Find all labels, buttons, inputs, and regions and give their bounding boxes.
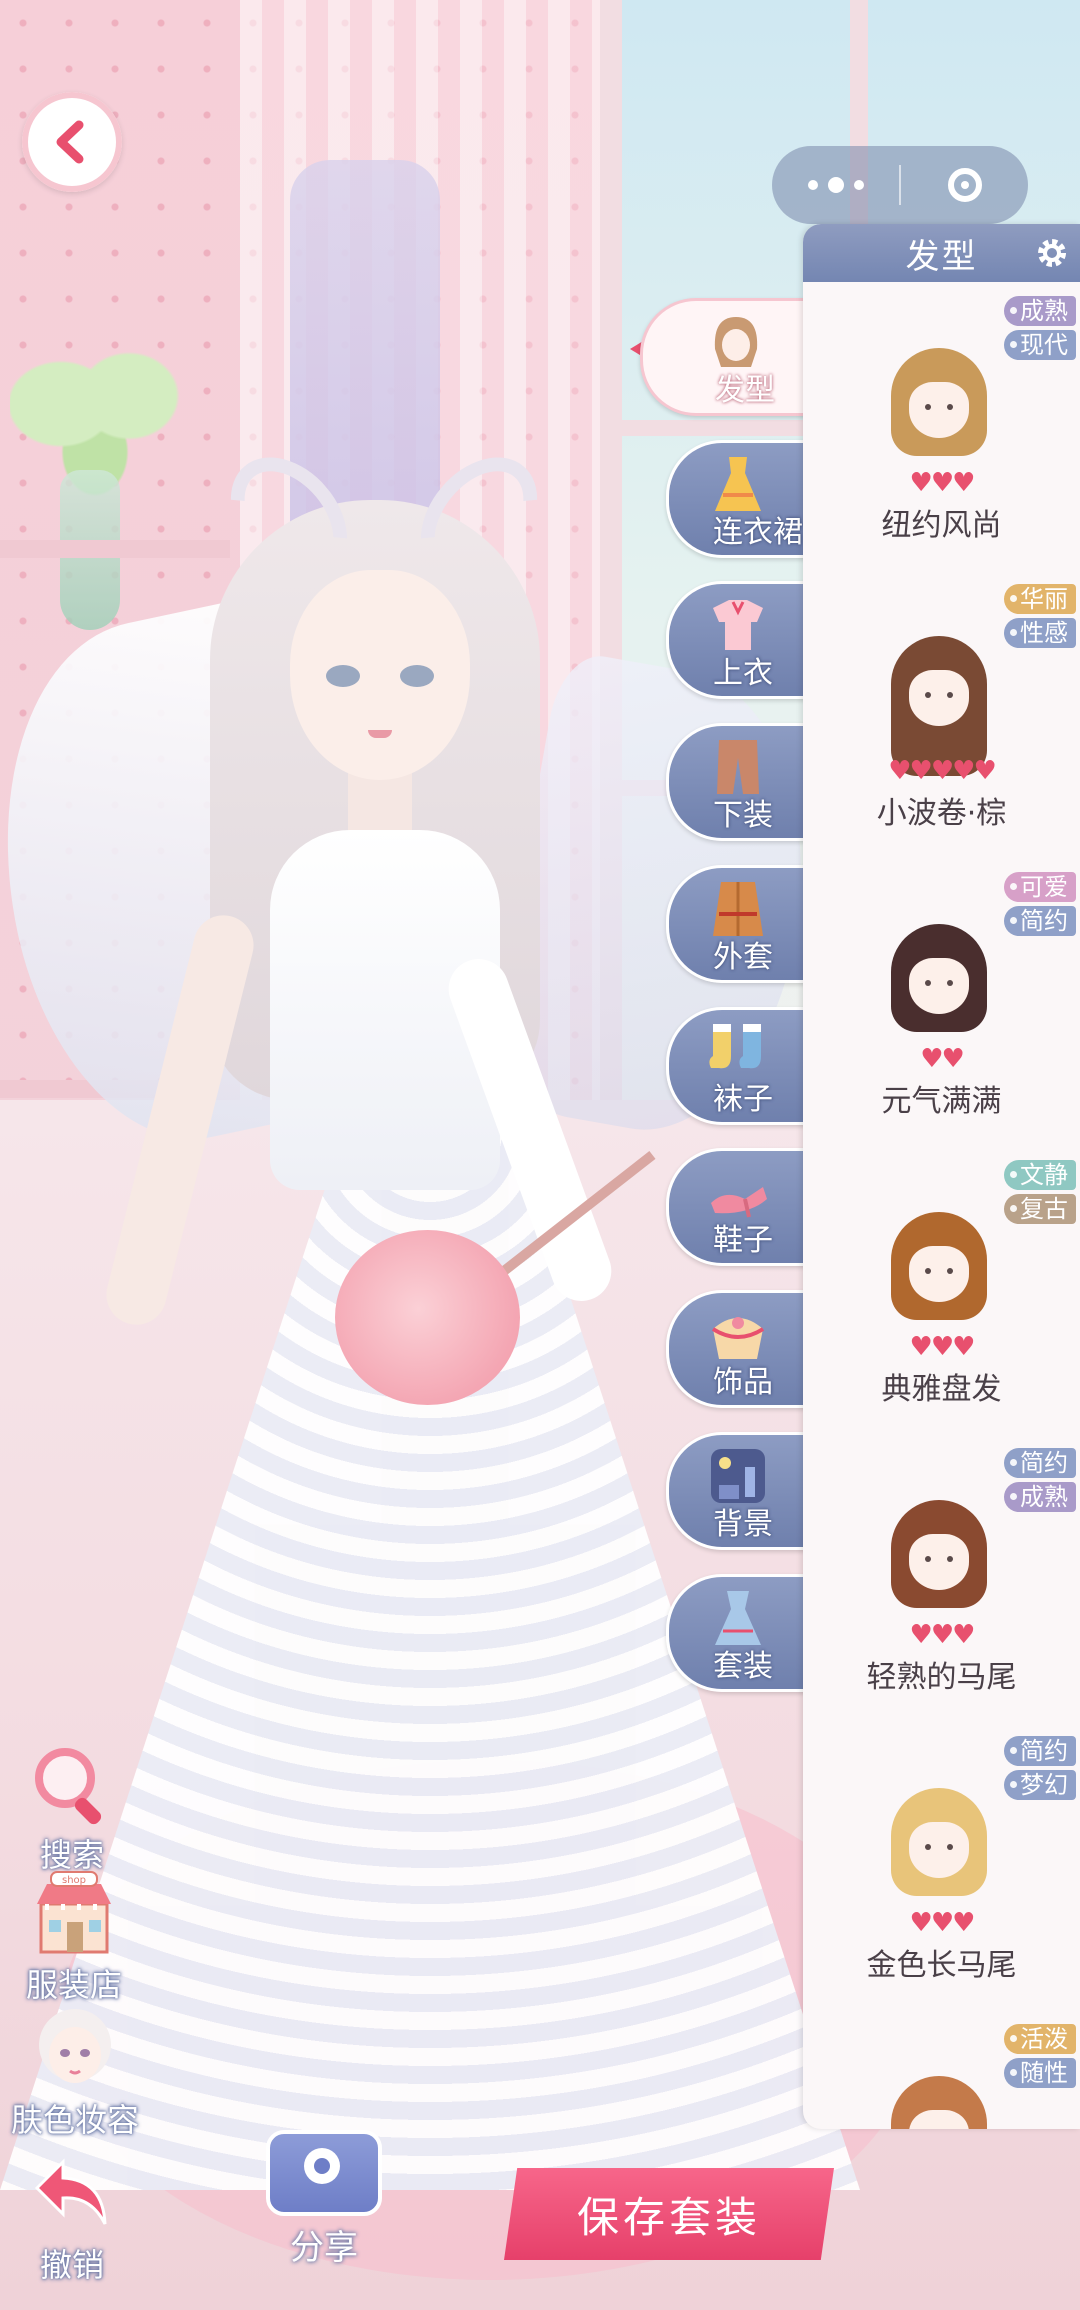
miniprogram-capsule bbox=[772, 146, 1028, 224]
style-tag: 现代 bbox=[1004, 330, 1076, 360]
rating-hearts: ♥♥♥ bbox=[909, 468, 976, 498]
chevron-left-icon bbox=[56, 120, 84, 164]
hairstyle-preview bbox=[883, 1774, 995, 1902]
style-tag: 梦幻 bbox=[1004, 1770, 1076, 1800]
save-outfit-label: 保存套装 bbox=[576, 2192, 761, 2242]
share-label: 分享 bbox=[290, 2228, 358, 2268]
style-tag: 简约 bbox=[1004, 906, 1076, 936]
rating-hearts: ♥♥♥ bbox=[909, 1332, 976, 1362]
tab-coat[interactable]: 外套 bbox=[666, 865, 807, 983]
tab-socks[interactable]: 袜子 bbox=[666, 1007, 807, 1125]
tab-top-shirt[interactable]: 上衣 bbox=[666, 581, 807, 699]
hairstyle-item[interactable]: 文静复古 ♥♥♥ 典雅盘发 bbox=[803, 1146, 1080, 1434]
makeup-button[interactable]: 肤色妆容 bbox=[0, 2005, 150, 2141]
tab-label: 袜子 bbox=[713, 1082, 773, 1117]
tab-label: 上衣 bbox=[713, 656, 773, 691]
hairstyle-preview bbox=[883, 1198, 995, 1326]
style-tag: 随性 bbox=[1004, 2058, 1076, 2088]
hairstyle-name: 元气满满 bbox=[881, 1084, 1002, 1119]
tab-label: 发型 bbox=[715, 373, 775, 408]
rating-hearts: ♥♥♥ bbox=[909, 1620, 976, 1650]
hairstyle-panel: 发型 成熟 现代 ♥♥♥ 纽约风尚 华丽 性感 ♥♥♥♥♥ 小波卷·棕 可爱 简约 ♥♥ 元气满满 文静… bbox=[803, 224, 1080, 2129]
magnifier-icon bbox=[27, 1740, 117, 1830]
tab-accessory-box[interactable]: 饰品 bbox=[666, 1290, 807, 1408]
hairstyle-preview bbox=[883, 1486, 995, 1614]
more-button[interactable] bbox=[772, 146, 899, 224]
hairstyle-preview bbox=[883, 334, 995, 462]
style-tags: 文静 复古 bbox=[1004, 1160, 1076, 1224]
hairstyle-name: 轻熟的马尾 bbox=[866, 1660, 1017, 1695]
hairstyle-preview bbox=[883, 622, 995, 776]
pink-pompom bbox=[335, 1230, 520, 1405]
hairstyle-name: 金色长马尾 bbox=[866, 1948, 1017, 1983]
tab-label: 外套 bbox=[713, 940, 773, 975]
panel-title: 发型 bbox=[905, 236, 978, 277]
shop-button[interactable]: shop 服装店 bbox=[4, 1870, 144, 2006]
close-miniprogram-button[interactable] bbox=[901, 146, 1028, 224]
tab-label: 饰品 bbox=[713, 1365, 773, 1400]
tab-label: 连衣裙 bbox=[713, 515, 803, 550]
tab-pants[interactable]: 下装 bbox=[666, 723, 807, 841]
tab-hairstyle[interactable]: 发型 bbox=[640, 298, 809, 416]
hairstyle-list: 成熟 现代 ♥♥♥ 纽约风尚 华丽 性感 ♥♥♥♥♥ 小波卷·棕 可爱 简约 ♥♥ 元气满满 文静 复古 ♥… bbox=[803, 282, 1080, 2129]
search-button[interactable]: 搜索 bbox=[22, 1740, 122, 1876]
style-tag: 可爱 bbox=[1004, 872, 1076, 902]
hairstyle-preview bbox=[883, 910, 995, 1038]
style-tags: 成熟 现代 bbox=[1004, 296, 1076, 360]
tab-background-scene[interactable]: 背景 bbox=[666, 1432, 807, 1550]
style-tag: 文静 bbox=[1004, 1160, 1076, 1190]
gear-icon[interactable] bbox=[1034, 235, 1070, 271]
tab-shoes[interactable]: 鞋子 bbox=[666, 1148, 807, 1266]
makeup-label: 肤色妆容 bbox=[10, 2101, 139, 2139]
rating-hearts: ♥♥♥♥♥ bbox=[888, 756, 997, 786]
style-tag: 简约 bbox=[1004, 1448, 1076, 1478]
more-dots-icon bbox=[807, 177, 864, 193]
shop-label: 服装店 bbox=[25, 1966, 122, 2004]
style-tags: 华丽 性感 bbox=[1004, 584, 1076, 648]
style-tags: 简约 成熟 bbox=[1004, 1448, 1076, 1512]
shop-icon: shop bbox=[29, 1870, 119, 1960]
style-tag: 成熟 bbox=[1004, 1482, 1076, 1512]
rating-hearts: ♥♥ bbox=[920, 1044, 965, 1074]
back-button[interactable] bbox=[22, 92, 122, 192]
style-tags: 简约 梦幻 bbox=[1004, 1736, 1076, 1800]
camera-icon bbox=[266, 2130, 382, 2216]
shop-sign: shop bbox=[62, 1875, 86, 1886]
hairstyle-item[interactable]: 可爱简约 ♥♥ 元气满满 bbox=[803, 858, 1080, 1146]
style-tag: 性感 bbox=[1004, 618, 1076, 648]
hairstyle-name: 典雅盘发 bbox=[881, 1372, 1002, 1407]
share-button[interactable]: 分享 bbox=[266, 2130, 382, 2269]
undo-label: 撤销 bbox=[39, 2246, 104, 2284]
style-tag: 复古 bbox=[1004, 1194, 1076, 1224]
face-makeup-icon bbox=[30, 2005, 120, 2095]
tab-outfit-set[interactable]: 套装 bbox=[666, 1574, 807, 1692]
undo-arrow-icon bbox=[27, 2150, 117, 2240]
hairstyle-item[interactable]: 活泼 随性 bbox=[803, 2010, 1080, 2129]
hairstyle-item[interactable]: 成熟现代 ♥♥♥ 纽约风尚 bbox=[803, 282, 1080, 570]
hairstyle-preview bbox=[883, 2062, 995, 2129]
hairstyle-name: 小波卷·棕 bbox=[876, 796, 1007, 831]
style-tag: 活泼 bbox=[1004, 2024, 1076, 2054]
tab-label: 鞋子 bbox=[713, 1223, 773, 1258]
character-face bbox=[290, 570, 470, 780]
target-circle-icon bbox=[947, 168, 982, 202]
hairstyle-item[interactable]: 简约成熟 ♥♥♥ 轻熟的马尾 bbox=[803, 1434, 1080, 1722]
style-tags: 活泼 随性 bbox=[1004, 2024, 1076, 2088]
panel-header: 发型 bbox=[803, 224, 1080, 282]
save-outfit-button[interactable]: 保存套装 bbox=[504, 2168, 834, 2260]
style-tags: 可爱 简约 bbox=[1004, 872, 1076, 936]
style-tag: 华丽 bbox=[1004, 584, 1076, 614]
tab-label: 套装 bbox=[713, 1649, 773, 1684]
undo-button[interactable]: 撤销 bbox=[24, 2150, 120, 2286]
style-tag: 简约 bbox=[1004, 1736, 1076, 1766]
rating-hearts: ♥♥♥ bbox=[909, 1908, 976, 1938]
hairstyle-item[interactable]: 华丽性感 ♥♥♥♥♥ 小波卷·棕 bbox=[803, 570, 1080, 858]
tab-label: 下装 bbox=[713, 798, 773, 833]
style-tag: 成熟 bbox=[1004, 296, 1076, 326]
tab-dress[interactable]: 连衣裙 bbox=[666, 440, 807, 558]
tab-label: 背景 bbox=[713, 1507, 773, 1542]
hairstyle-name: 纽约风尚 bbox=[881, 508, 1002, 543]
hairstyle-item[interactable]: 简约梦幻 ♥♥♥ 金色长马尾 bbox=[803, 1722, 1080, 2010]
